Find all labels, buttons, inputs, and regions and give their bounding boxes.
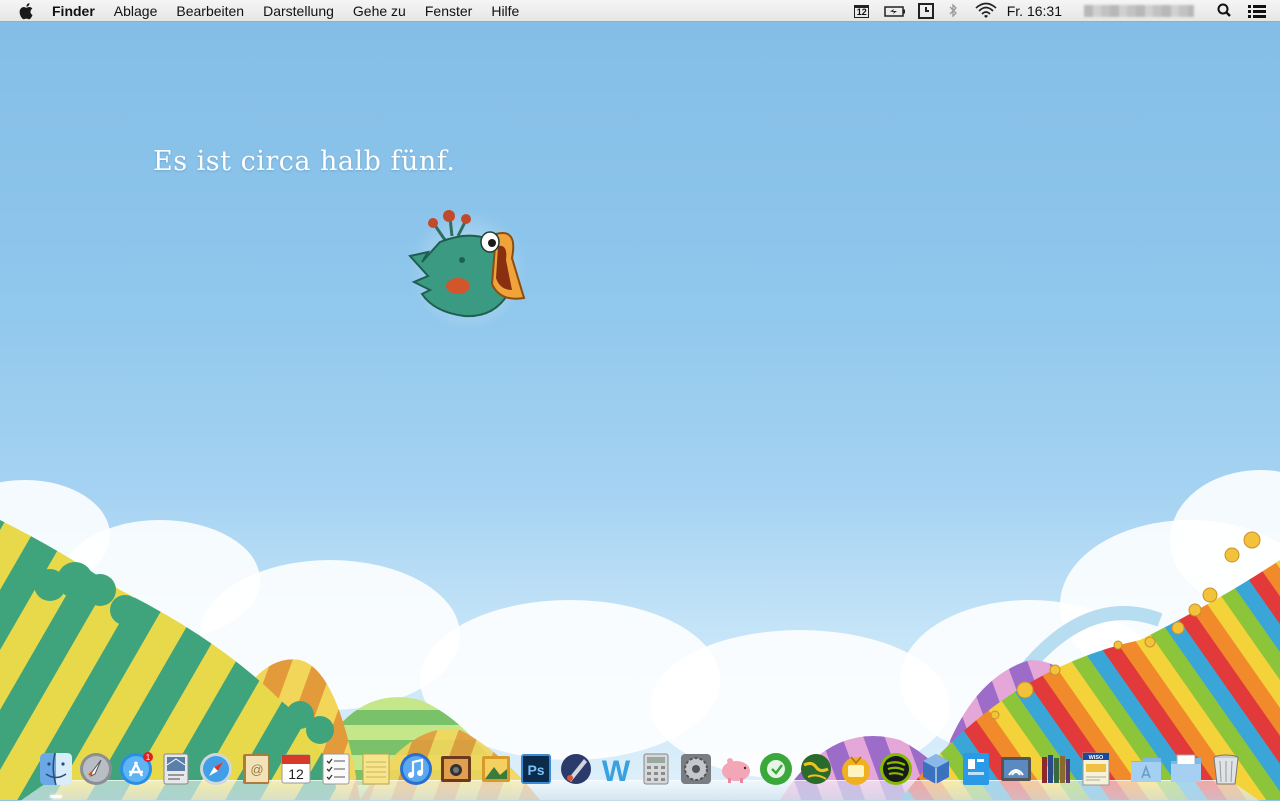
app-store-badge: 1 (146, 753, 151, 762)
time-machine-icon[interactable] (917, 0, 935, 22)
user-name-blurred[interactable] (1084, 5, 1194, 17)
wifi-icon[interactable] (975, 0, 997, 22)
menu-finder[interactable]: Finder (52, 3, 95, 19)
menu-darstellung[interactable]: Darstellung (263, 3, 334, 19)
reminders-icon[interactable] (318, 751, 354, 787)
applications-folder-icon[interactable] (1128, 751, 1164, 787)
spotify-icon[interactable] (878, 751, 914, 787)
safari-icon[interactable] (198, 751, 234, 787)
menu-bearbeiten[interactable]: Bearbeiten (176, 3, 244, 19)
word-app-icon[interactable]: W (598, 751, 634, 787)
facetime-green-icon[interactable] (758, 751, 794, 787)
system-preferences-icon[interactable] (678, 751, 714, 787)
tv-app-icon[interactable] (838, 751, 874, 787)
piggy-bank-icon[interactable] (718, 751, 754, 787)
wallpaper-clock-text: Es ist circa halb fünf. (153, 146, 456, 177)
menu-fenster[interactable]: Fenster (425, 3, 472, 19)
photoshop-icon[interactable]: Ps (518, 751, 554, 787)
image-capture-icon[interactable] (998, 751, 1034, 787)
status-area: 12 Fr. 16:31 (853, 0, 1280, 22)
photo-booth-icon[interactable] (438, 751, 474, 787)
notes-icon[interactable] (358, 751, 394, 787)
battery-icon[interactable] (883, 0, 907, 22)
documents-folder-icon[interactable] (1168, 751, 1204, 787)
calendar-icon[interactable]: 12 (853, 0, 871, 22)
menu-gehe-zu[interactable]: Gehe zu (353, 3, 406, 19)
desktop: Es ist circa halb fünf. (0, 0, 1280, 800)
trash-icon[interactable] (1208, 751, 1244, 787)
calculator-icon[interactable] (638, 751, 674, 787)
launchpad-icon[interactable] (78, 751, 114, 787)
wiso-label: WISO (1089, 755, 1104, 761)
menu-clock[interactable]: Fr. 16:31 (1007, 3, 1062, 19)
ibooks-icon[interactable] (1038, 751, 1074, 787)
finder-icon[interactable] (38, 751, 74, 787)
mail-stamp-icon[interactable] (158, 751, 194, 787)
calendar-dock-icon[interactable]: 12 (278, 751, 314, 787)
calendar-badge: 12 (854, 4, 870, 18)
wunderlist-app-icon[interactable] (958, 751, 994, 787)
app-store-icon[interactable]: 1 (118, 751, 154, 787)
word-app-label: W (602, 755, 631, 787)
menu-bar: Finder Ablage Bearbeiten Darstellung Geh… (0, 0, 1280, 22)
menu-hilfe[interactable]: Hilfe (491, 3, 519, 19)
bluetooth-icon[interactable] (947, 0, 959, 22)
contacts-icon[interactable]: @ (238, 751, 274, 787)
apple-menu-icon[interactable] (19, 2, 35, 20)
globe-app-icon[interactable] (798, 751, 834, 787)
calendar-date: 12 (288, 766, 304, 782)
photoshop-label: Ps (527, 762, 544, 778)
wiso-steuer-icon[interactable]: WISO (1078, 751, 1114, 787)
spotlight-icon[interactable] (1216, 0, 1232, 22)
pixelmator-icon[interactable] (558, 751, 594, 787)
iphoto-icon[interactable] (478, 751, 514, 787)
finder-running-indicator (50, 795, 62, 798)
virtualbox-icon[interactable] (918, 751, 954, 787)
itunes-icon[interactable] (398, 751, 434, 787)
bird-illustration (408, 210, 528, 330)
menu-ablage[interactable]: Ablage (114, 3, 158, 19)
notification-center-icon[interactable] (1246, 0, 1268, 22)
svg-text:@: @ (250, 762, 263, 777)
